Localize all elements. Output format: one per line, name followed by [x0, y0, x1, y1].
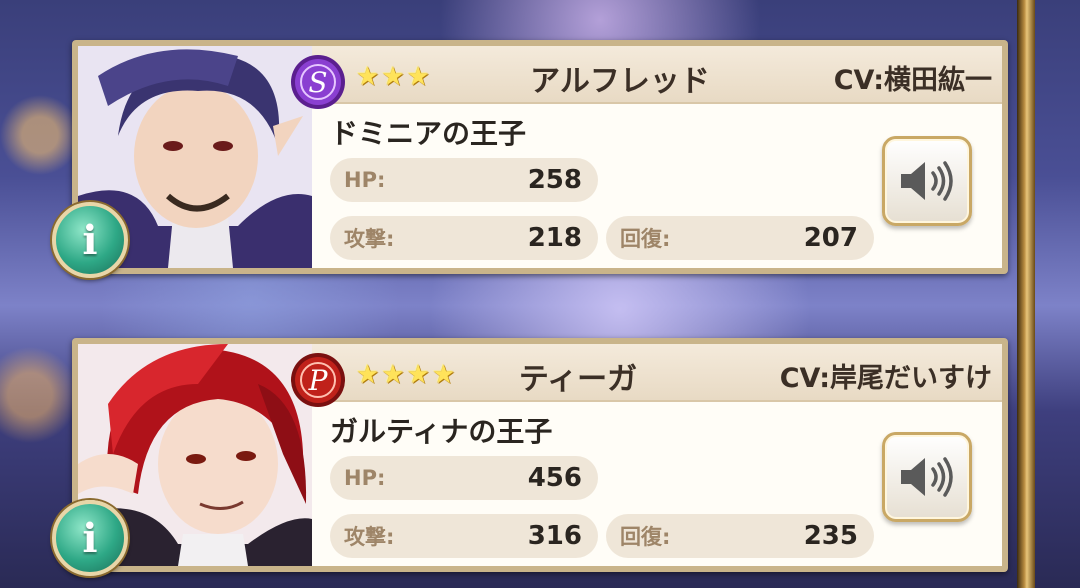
info-icon: i [82, 514, 98, 562]
voice-actor-label: CV:横田紘一 [833, 65, 992, 96]
character-card-1[interactable]: S ★ ★ ★ アルフレッド CV:横田紘一 ドミニアの王子 HP: 258 攻… [52, 40, 1008, 278]
recovery-label: 回復: [620, 525, 671, 549]
svg-text:S: S [308, 66, 327, 99]
star-icon: ★ [406, 62, 430, 92]
hp-stat: HP: 456 [330, 456, 598, 500]
character-name: ティーガ [518, 362, 638, 397]
type-badge-icon: S [291, 55, 345, 109]
voice-play-button[interactable] [882, 136, 972, 226]
character-title: ドミニアの王子 [330, 117, 527, 150]
svg-text:P: P [308, 364, 329, 397]
star-icon: ★ [381, 62, 405, 92]
attack-label: 攻撃: [344, 525, 395, 549]
speaker-icon [901, 161, 953, 201]
recovery-value: 235 [803, 521, 858, 551]
hp-stat: HP: 258 [330, 158, 598, 202]
info-button[interactable]: i [52, 500, 128, 576]
attack-stat: 攻撃: 316 [330, 514, 598, 558]
attack-value: 316 [527, 521, 582, 551]
character-card-2[interactable]: P ★ ★ ★ ★ ティーガ CV:岸尾だいすけ ガルティナの王子 HP: 45… [52, 338, 1008, 576]
voice-actor-label: CV:岸尾だいすけ [779, 363, 992, 394]
star-icon: ★ [356, 62, 380, 92]
background-frame-rail [1017, 0, 1035, 588]
hp-label: HP: [344, 168, 386, 192]
character-title: ガルティナの王子 [330, 415, 553, 448]
card-body: P ★ ★ ★ ★ ティーガ CV:岸尾だいすけ ガルティナの王子 HP: 45… [78, 344, 1002, 566]
hp-value: 258 [527, 165, 582, 195]
hp-label: HP: [344, 466, 386, 490]
attack-value: 218 [527, 223, 582, 253]
star-icon: ★ [356, 360, 380, 390]
hp-value: 456 [527, 463, 582, 493]
star-icon: ★ [406, 360, 430, 390]
star-icon: ★ [381, 360, 405, 390]
attack-stat: 攻撃: 218 [330, 216, 598, 260]
recovery-stat: 回復: 207 [606, 216, 874, 260]
attack-label: 攻撃: [344, 227, 395, 251]
character-name: アルフレッド [530, 64, 710, 99]
rarity-stars: ★ ★ ★ [356, 62, 430, 92]
info-icon: i [82, 216, 98, 264]
voice-play-button[interactable] [882, 432, 972, 522]
speaker-icon [901, 457, 953, 497]
recovery-label: 回復: [620, 227, 671, 251]
info-button[interactable]: i [52, 202, 128, 278]
card-body: S ★ ★ ★ アルフレッド CV:横田紘一 ドミニアの王子 HP: 258 攻… [78, 46, 1002, 268]
recovery-value: 207 [803, 223, 858, 253]
type-badge-icon: P [291, 353, 345, 407]
recovery-stat: 回復: 235 [606, 514, 874, 558]
